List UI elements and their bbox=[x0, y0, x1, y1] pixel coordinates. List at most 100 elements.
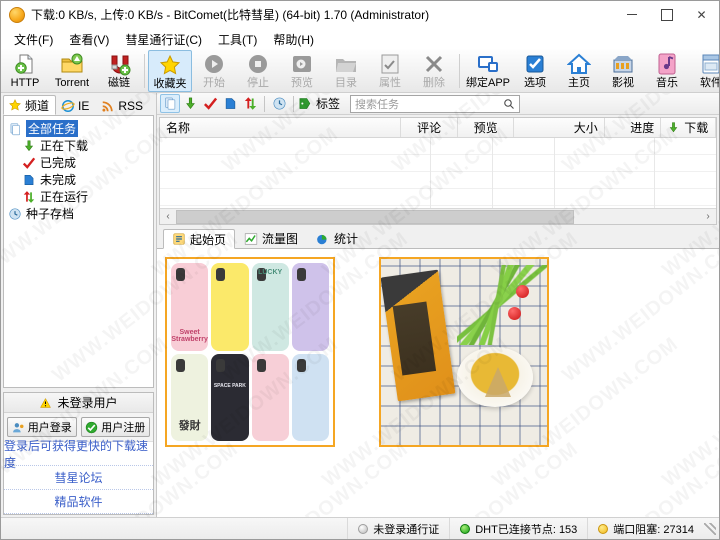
column-header-size[interactable]: 大小 bbox=[514, 118, 604, 137]
toolbar-button-http[interactable]: HTTP bbox=[3, 50, 47, 92]
menu-file[interactable]: 文件(F) bbox=[6, 29, 61, 50]
table-row bbox=[160, 172, 716, 189]
toolbar-button-bindapp[interactable]: 绑定APP bbox=[463, 50, 513, 92]
downloading-icon bbox=[22, 139, 36, 153]
star-icon bbox=[8, 98, 22, 112]
cherry bbox=[508, 307, 521, 320]
toolbar-button-home[interactable]: 主页 bbox=[557, 50, 601, 92]
palm-leaf bbox=[457, 265, 549, 345]
search-input[interactable]: 搜索任务 bbox=[350, 95, 520, 113]
column-header-download[interactable]: 下载 bbox=[661, 118, 716, 137]
toolbar-button-favorites[interactable]: 收藏夹 bbox=[148, 50, 192, 92]
tea-product-ad[interactable] bbox=[379, 257, 549, 447]
horizontal-scrollbar[interactable]: ‹ › bbox=[160, 208, 716, 224]
menu-tools[interactable]: 工具(T) bbox=[210, 29, 265, 50]
toolbar-label: 影视 bbox=[612, 77, 634, 89]
warning-icon bbox=[39, 397, 52, 409]
tab-channels[interactable]: 频道 bbox=[3, 95, 56, 115]
column-header-preview[interactable]: 预览 bbox=[458, 118, 515, 137]
table-row bbox=[160, 206, 716, 208]
toolbar-label: 删除 bbox=[423, 77, 445, 89]
tree-item-running[interactable]: 正在运行 bbox=[4, 188, 153, 205]
tree-item-downloading[interactable]: 正在下载 bbox=[4, 137, 153, 154]
filter-history[interactable] bbox=[269, 94, 289, 113]
scroll-right-arrow[interactable]: › bbox=[700, 209, 716, 224]
filter-completed[interactable] bbox=[200, 94, 220, 113]
minimize-button[interactable] bbox=[614, 1, 649, 29]
tab-rss[interactable]: RSS bbox=[96, 95, 150, 115]
toolbar-button-music[interactable]: 音乐 bbox=[645, 50, 689, 92]
tree-item-incomplete[interactable]: 未完成 bbox=[4, 171, 153, 188]
filter-all[interactable] bbox=[160, 94, 180, 113]
tea-photo bbox=[381, 259, 547, 445]
toolbar-button-options[interactable]: 选项 bbox=[513, 50, 557, 92]
bitcomet-window: 下载:0 KB/s, 上传:0 KB/s - BitComet(比特彗星) (6… bbox=[0, 0, 720, 540]
play-icon bbox=[202, 52, 226, 76]
tree-item-all-tasks[interactable]: 全部任务 bbox=[4, 120, 153, 137]
task-list-body[interactable] bbox=[160, 138, 716, 208]
scrollbar-track[interactable] bbox=[176, 210, 700, 224]
filter-running[interactable] bbox=[240, 94, 260, 113]
options-icon bbox=[523, 52, 547, 76]
filter-downloading[interactable] bbox=[180, 94, 200, 113]
updown-arrows-icon bbox=[243, 96, 258, 111]
menu-help[interactable]: 帮助(H) bbox=[265, 29, 322, 50]
toolbar-label: 软件 bbox=[700, 77, 720, 89]
login-status: 未登录用户 bbox=[4, 393, 153, 413]
right-pane: 标签 搜索任务 名称 评论 预览 bbox=[156, 93, 719, 517]
sidebar-tabs: 频道 IE bbox=[1, 93, 156, 115]
phone-case bbox=[252, 354, 289, 442]
status-port-label: 端口阻塞: 27314 bbox=[613, 521, 694, 537]
user-register-button[interactable]: 用户注册 bbox=[81, 417, 151, 437]
status-dht[interactable]: DHT已连接节点: 153 bbox=[449, 518, 587, 540]
search-icon bbox=[503, 98, 515, 110]
scroll-left-arrow[interactable]: ‹ bbox=[160, 209, 176, 224]
toolbar-button-movies[interactable]: 影视 bbox=[601, 50, 645, 92]
toolbar-button-delete: 删除 bbox=[412, 50, 456, 92]
scrollbar-thumb[interactable] bbox=[176, 210, 574, 224]
all-tasks-icon bbox=[8, 122, 22, 136]
login-link-software[interactable]: 精品软件 bbox=[4, 490, 153, 514]
toolbar-label: 磁链 bbox=[108, 77, 130, 89]
task-toolbar: 标签 搜索任务 bbox=[157, 93, 719, 115]
toolbar-separator bbox=[144, 54, 145, 88]
column-header-progress[interactable]: 进度 bbox=[605, 118, 662, 137]
task-list: 名称 评论 预览 大小 进度 下载 bbox=[159, 117, 717, 225]
status-passport-label: 未登录通行证 bbox=[373, 521, 439, 537]
phone-cases-ad[interactable]: Sweet Strawberry LUCKY 發財 SPACE PARK bbox=[165, 257, 335, 447]
close-icon[interactable]: ✕ bbox=[684, 1, 719, 29]
column-header-download-label: 下载 bbox=[684, 119, 708, 136]
toolbar-button-software[interactable]: 软件 bbox=[689, 50, 720, 92]
table-row bbox=[160, 189, 716, 206]
tab-ie[interactable]: IE bbox=[56, 95, 96, 115]
login-panel: 未登录用户 用户登录 bbox=[3, 392, 154, 515]
tag-button[interactable]: 标签 bbox=[298, 95, 340, 112]
menu-passport[interactable]: 彗星通行证(C) bbox=[117, 29, 210, 50]
completed-icon bbox=[22, 156, 36, 170]
tab-statistics[interactable]: 统计 bbox=[307, 228, 367, 248]
toolbar-button-torrent[interactable]: Torrent bbox=[47, 50, 97, 92]
phone-case-caption: SPACE PARK bbox=[211, 383, 248, 389]
filter-incomplete[interactable] bbox=[220, 94, 240, 113]
menu-view[interactable]: 查看(V) bbox=[61, 29, 117, 50]
column-header-name[interactable]: 名称 bbox=[160, 118, 401, 137]
user-login-button[interactable]: 用户登录 bbox=[7, 417, 77, 437]
maximize-button[interactable] bbox=[649, 1, 684, 29]
tree-item-label: 正在运行 bbox=[40, 188, 88, 205]
resize-grip-icon[interactable] bbox=[704, 523, 716, 535]
tree-item-completed[interactable]: 已完成 bbox=[4, 154, 153, 171]
toolbar-button-start: 开始 bbox=[192, 50, 236, 92]
status-port[interactable]: 端口阻塞: 27314 bbox=[587, 518, 704, 540]
phone-case: SPACE PARK bbox=[211, 354, 248, 442]
toolbar-button-magnet[interactable]: 磁链 bbox=[97, 50, 141, 92]
toolbar-separator bbox=[264, 96, 265, 112]
column-header-comment[interactable]: 评论 bbox=[401, 118, 458, 137]
tree-item-torrent-archive[interactable]: 种子存档 bbox=[4, 205, 153, 222]
tab-homepage[interactable]: 起始页 bbox=[163, 229, 235, 249]
status-passport[interactable]: 未登录通行证 bbox=[347, 518, 449, 540]
toolbar-label: 音乐 bbox=[656, 77, 678, 89]
login-link-speed[interactable]: 登录后可获得更快的下载速度 bbox=[4, 442, 153, 466]
properties-icon bbox=[378, 52, 402, 76]
tab-traffic-chart[interactable]: 流量图 bbox=[235, 228, 307, 248]
status-bar: 未登录通行证 DHT已连接节点: 153 端口阻塞: 27314 bbox=[1, 517, 719, 539]
